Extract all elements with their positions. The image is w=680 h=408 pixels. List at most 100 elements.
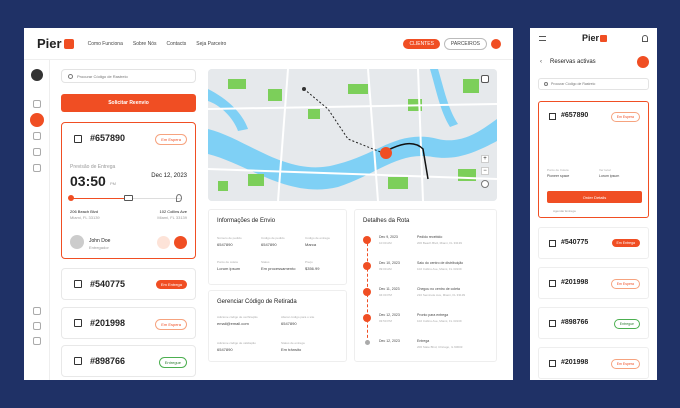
grid-toggle-icon[interactable]	[637, 56, 649, 68]
user-icon[interactable]	[642, 35, 648, 42]
field-value: Lorum ipsum	[599, 174, 620, 178]
bell-icon[interactable]	[33, 164, 41, 172]
field-value[interactable]: 6547890	[281, 321, 297, 326]
step-title: Chegou no centro de coleta	[417, 287, 461, 291]
back-icon[interactable]: ‹	[540, 59, 542, 65]
shipment-id: #201998	[561, 279, 589, 286]
field-label: Número de pedido	[217, 236, 242, 240]
chat-icon[interactable]	[174, 236, 187, 249]
zoom-out-icon[interactable]: −	[481, 167, 489, 175]
field-label: Código de pedido	[261, 236, 285, 240]
driver-role: Entregador	[89, 245, 109, 250]
progress-fill	[70, 198, 130, 199]
settings-icon[interactable]	[33, 322, 41, 330]
field-label: Código de entrega	[305, 236, 330, 240]
sidebar	[24, 60, 50, 380]
status-badge: Em Espera	[610, 112, 640, 122]
step-date: Dec 10, 2023	[379, 261, 400, 265]
status-badge: Em Entrega	[155, 280, 187, 289]
headset-icon[interactable]	[33, 307, 41, 315]
step-date: Dec 11, 2023	[379, 287, 400, 291]
field-label: Ver local	[599, 168, 611, 172]
search-input[interactable]	[77, 73, 187, 79]
menu-icon[interactable]	[539, 36, 546, 41]
package-icon	[74, 357, 82, 365]
field-value: 6547890	[217, 347, 233, 352]
expand-icon[interactable]	[481, 75, 489, 83]
users-icon[interactable]	[33, 148, 41, 156]
nav-sobre-nos[interactable]: Sobre Nós	[133, 41, 157, 47]
step-date: Dec 12, 2023	[379, 313, 400, 317]
logo-box-icon	[600, 34, 608, 42]
document-icon[interactable]	[33, 132, 41, 140]
package-icon	[549, 280, 556, 287]
nav-contacts[interactable]: Contacts	[167, 41, 187, 47]
step-title: Pedido recebido	[417, 235, 443, 239]
search-icon	[544, 82, 548, 86]
truck-icon	[124, 195, 133, 201]
field-value: Em trânsito	[281, 347, 302, 352]
logout-icon[interactable]	[33, 337, 41, 345]
pickup-code-card: Gerenciar Código de Retirada Adicione có…	[208, 290, 347, 362]
shipment-card[interactable]: #898766 Entregue	[61, 345, 196, 377]
shipment-id: #657890	[561, 112, 589, 119]
mobile-search-input[interactable]	[551, 82, 641, 86]
search-box[interactable]	[61, 69, 196, 83]
status-badge: Entregue	[158, 357, 187, 368]
step-time: 04:00 PM	[379, 293, 392, 297]
search-icon	[68, 73, 73, 79]
mobile-selected-card[interactable]: #657890 Em Espera Ponto de Coleta Pionee…	[538, 101, 649, 218]
field-value: 6547890	[217, 242, 233, 247]
mobile-shipment-card[interactable]: #898766 Entregue	[538, 307, 649, 339]
brand-logo[interactable]: Pier	[37, 36, 74, 51]
shipment-card[interactable]: #540775 Em Entrega	[61, 268, 196, 300]
field-label: Adicione código de verificação	[217, 315, 258, 319]
mobile-shipment-card[interactable]: #540775 Em Entrega	[538, 227, 649, 259]
shipment-id: #540775	[90, 279, 126, 289]
nav-como-funciona[interactable]: Como Funciona	[88, 41, 123, 47]
grid-icon[interactable]	[33, 100, 41, 108]
step-time: 10:00 AM	[379, 241, 392, 245]
order-details-button[interactable]: Order Details	[547, 191, 642, 203]
delivery-date: Dec 12, 2023	[151, 173, 187, 179]
route-map[interactable]: + −	[208, 69, 497, 201]
step-time: 09:00 AM	[379, 267, 392, 271]
nav-seja-parceiro[interactable]: Seja Parceiro	[196, 41, 226, 47]
schedule-delivery-link[interactable]: Agendar Entrega	[553, 209, 576, 213]
field-label: Ponto de Coleta	[547, 168, 569, 172]
top-header: Pier Como Funciona Sobre Nós Contacts Se…	[24, 28, 513, 60]
package-icon	[549, 320, 556, 327]
request-resend-button[interactable]: Solicitar Reenvio	[61, 94, 196, 112]
field-value: 6547890	[261, 242, 277, 247]
mobile-search-box[interactable]	[538, 78, 649, 90]
shipment-id: #898766	[561, 319, 589, 326]
route-dot	[363, 288, 371, 296]
field-value: Marca	[305, 242, 317, 247]
mobile-shipment-card[interactable]: #201998 Em Espera	[538, 347, 649, 379]
brand-logo[interactable]: Pier	[582, 33, 608, 43]
parceiros-button[interactable]: PARCEIROS	[443, 37, 487, 50]
field-label: Status de entrega	[281, 341, 305, 345]
desktop-view: Pier Como Funciona Sobre Nós Contacts Se…	[24, 28, 513, 380]
to-city: Miami, FL 33139	[157, 215, 187, 220]
locate-icon[interactable]	[481, 180, 489, 188]
mobile-shipment-card[interactable]: #201998 Em Espera	[538, 267, 649, 299]
shipping-info-title: Informações de Envio	[217, 218, 276, 224]
time-unit: PM	[110, 181, 116, 186]
phone-icon[interactable]	[157, 236, 170, 249]
user-avatar-icon[interactable]	[491, 38, 501, 49]
selected-shipment-card[interactable]: #657890 Em Espera Previsão de Entrega 03…	[61, 122, 196, 259]
step-time: 03:50 PM	[379, 319, 392, 323]
shipment-id: #657890	[90, 133, 126, 143]
field-value[interactable]: email@email.com	[217, 321, 249, 326]
clientes-button[interactable]: CLIENTES	[403, 38, 440, 49]
box-icon[interactable]	[30, 113, 44, 127]
from-city: Miami, FL 33139	[70, 215, 100, 220]
delivery-truck-icon[interactable]	[31, 69, 43, 81]
destination-pin-icon	[176, 194, 182, 202]
shipment-id: #201998	[90, 318, 126, 328]
shipment-card[interactable]: #201998 Em Espera	[61, 307, 196, 339]
to-address: 102 Collins Ave	[159, 209, 188, 214]
main-nav: Como Funciona Sobre Nós Contacts Seja Pa…	[88, 41, 227, 47]
zoom-in-icon[interactable]: +	[481, 155, 489, 163]
